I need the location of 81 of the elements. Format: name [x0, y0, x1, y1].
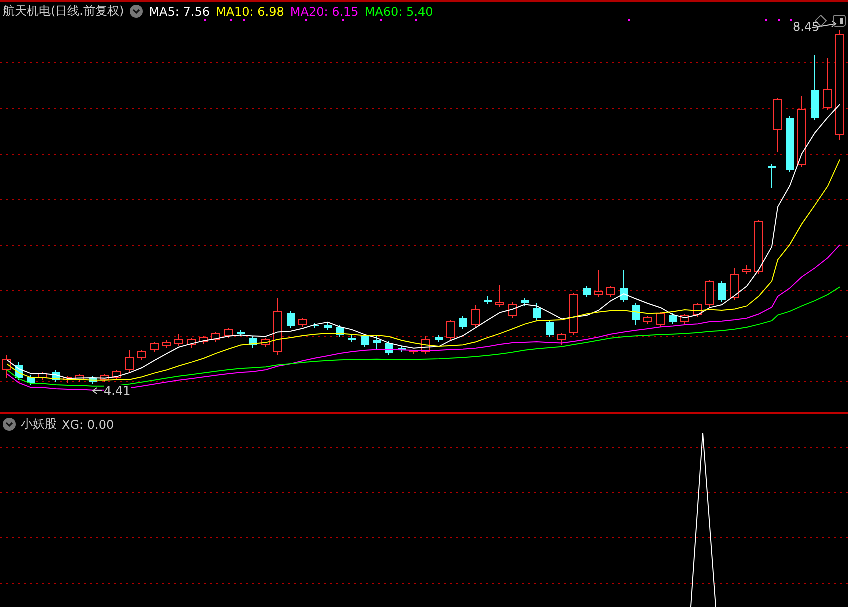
indicator-reading: XG: 0.00	[62, 418, 114, 432]
high-price-label: 8.45	[793, 20, 820, 34]
candlestick	[798, 96, 806, 168]
candlestick	[446, 320, 456, 340]
candlestick	[824, 58, 832, 110]
low-price-label: 4.41	[104, 385, 131, 398]
candlestick	[508, 302, 518, 318]
candlestick	[27, 374, 35, 386]
chevron-down-icon[interactable]	[130, 5, 144, 18]
candlestick	[435, 334, 443, 342]
candlestick	[730, 268, 740, 300]
candlestick	[150, 342, 160, 352]
candlestick	[249, 336, 257, 348]
candlestick	[472, 304, 480, 328]
candlestick	[200, 336, 208, 344]
candlestick	[162, 340, 172, 348]
candlestick	[262, 338, 270, 348]
candlestick	[361, 334, 369, 348]
candlestick	[385, 340, 393, 356]
candlestick	[422, 336, 430, 354]
chevron-down-icon[interactable]	[3, 418, 16, 431]
candlestick	[754, 220, 764, 274]
candlestick	[680, 314, 690, 324]
candlestick	[644, 316, 652, 324]
candlestick	[224, 328, 234, 338]
candlestick	[212, 332, 220, 342]
candlestick	[606, 286, 616, 298]
low-pointer-arrow	[92, 388, 102, 394]
moving-average-reading: MA5: 7.56	[149, 4, 210, 18]
candlestick	[52, 370, 60, 382]
candlestick	[570, 292, 578, 336]
candlestick	[620, 270, 628, 302]
candlestick	[237, 330, 245, 336]
indicator-name: 小妖股	[21, 416, 57, 433]
candlestick	[533, 302, 541, 320]
panel-toggle-icon[interactable]	[833, 15, 846, 27]
candlestick	[311, 322, 319, 328]
candlestick	[336, 324, 344, 338]
candlestick	[706, 280, 714, 308]
candlestick	[324, 322, 332, 330]
candlestick	[632, 302, 640, 326]
candlestick	[669, 312, 677, 324]
candlestick	[398, 346, 406, 352]
moving-average-reading: MA10: 6.98	[216, 4, 284, 18]
candlestick	[100, 374, 110, 382]
candlestick	[76, 374, 84, 382]
candlestick	[546, 320, 554, 338]
candlestick	[583, 286, 591, 298]
candlestick	[459, 316, 467, 330]
candlestick	[656, 312, 666, 328]
chart-mode: (日线.前复权)	[51, 3, 124, 20]
candlestick	[64, 376, 72, 384]
candlestick	[126, 350, 134, 372]
candlestick	[786, 116, 794, 172]
candlestick	[410, 350, 418, 354]
candlestick	[521, 298, 529, 306]
candlestick	[274, 298, 282, 356]
candlestick	[373, 336, 381, 350]
candlestick	[174, 334, 184, 346]
candlestick	[287, 310, 295, 328]
candlestick	[38, 372, 48, 380]
candlestick	[2, 354, 12, 378]
candlestick	[768, 164, 776, 188]
candlestick	[112, 370, 122, 380]
candlestick	[742, 264, 752, 274]
candlestick	[484, 296, 492, 304]
candlestick	[15, 362, 23, 380]
candlestick	[558, 332, 566, 346]
candlestick	[496, 284, 504, 308]
candlestick	[348, 334, 356, 342]
candlestick	[718, 280, 726, 302]
candlestick	[138, 350, 146, 360]
candlestick	[774, 98, 782, 152]
candlestick	[811, 54, 819, 120]
candlestick	[89, 376, 97, 384]
candlestick	[188, 338, 196, 348]
stock-name: 航天机电	[3, 3, 51, 20]
candlestick	[298, 318, 308, 328]
moving-average-reading: MA60: 5.40	[364, 4, 434, 18]
candlestick	[594, 270, 604, 298]
moving-average-reading: MA20: 6.15	[290, 4, 359, 18]
